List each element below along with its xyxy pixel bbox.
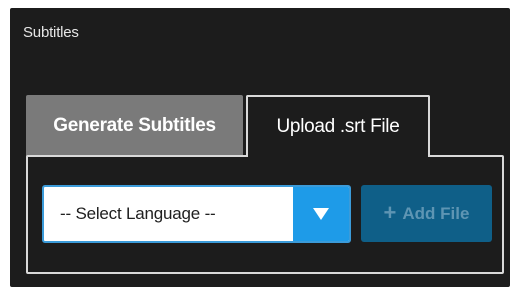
plus-icon: + bbox=[383, 199, 397, 225]
tab-generate-subtitles[interactable]: Generate Subtitles bbox=[26, 95, 243, 157]
language-select-value: -- Select Language -- bbox=[60, 204, 216, 223]
dropdown-toggle[interactable] bbox=[293, 187, 349, 241]
language-select[interactable]: -- Select Language -- bbox=[42, 185, 351, 243]
add-file-button[interactable]: + Add File bbox=[361, 185, 492, 242]
upload-tab-content: -- Select Language -- + Add File bbox=[26, 155, 504, 274]
panel-title: Subtitles bbox=[23, 24, 79, 41]
subtitles-panel: Subtitles Generate Subtitles Upload .srt… bbox=[10, 8, 510, 287]
add-file-label: Add File bbox=[402, 203, 470, 223]
triangle-down-icon bbox=[313, 208, 329, 220]
tab-upload-srt-file[interactable]: Upload .srt File bbox=[246, 95, 430, 157]
